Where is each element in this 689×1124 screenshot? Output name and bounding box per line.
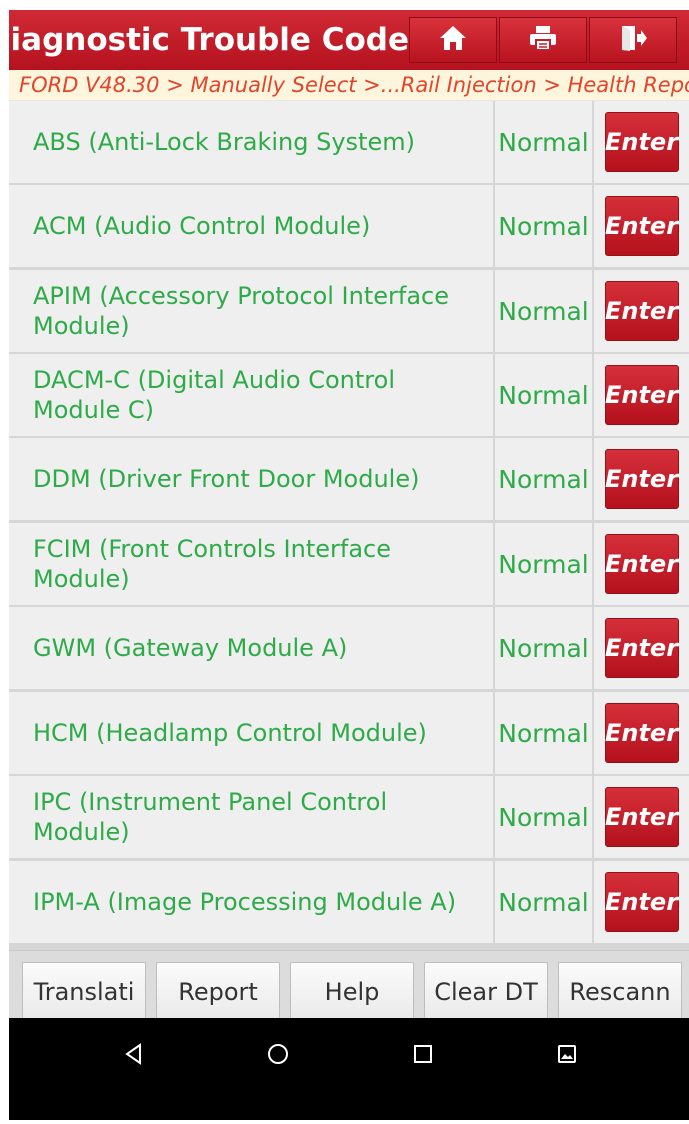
module-name: ABS (Anti-Lock Braking System) — [9, 101, 493, 183]
printer-icon — [527, 24, 559, 56]
table-row: HCM (Headlamp Control Module) Normal Ent… — [9, 692, 689, 774]
page-title: Diagnostic Trouble Code — [9, 22, 409, 58]
table-row: APIM (Accessory Protocol Interface Modul… — [9, 270, 689, 352]
status-text: Normal — [495, 692, 592, 774]
screenshot-button[interactable] — [547, 1036, 587, 1076]
home-icon — [438, 24, 468, 56]
home-button[interactable] — [409, 17, 497, 63]
enter-button[interactable]: Enter — [604, 618, 679, 678]
status-text: Normal — [495, 438, 592, 520]
rescan-button[interactable]: Rescann — [558, 962, 682, 1023]
translate-button[interactable]: Translati — [22, 962, 146, 1023]
module-name: ACM (Audio Control Module) — [9, 185, 493, 267]
module-name: HCM (Headlamp Control Module) — [9, 692, 493, 774]
status-text: Normal — [495, 185, 592, 267]
enter-button[interactable]: Enter — [604, 703, 679, 763]
clear-dtc-button[interactable]: Clear DT — [424, 962, 548, 1023]
enter-button[interactable]: Enter — [604, 534, 679, 594]
table-row: DDM (Driver Front Door Module) Normal En… — [9, 438, 689, 520]
module-name: IPM-A (Image Processing Module A) — [9, 861, 493, 943]
help-button[interactable]: Help — [290, 962, 414, 1023]
app-screen: Diagnostic Trouble Code FORD V48.30 > Ma… — [9, 10, 689, 1120]
breadcrumb: FORD V48.30 > Manually Select >...Rail I… — [9, 70, 689, 100]
enter-button[interactable]: Enter — [604, 449, 679, 509]
module-name: IPC (Instrument Panel Control Module) — [9, 776, 493, 858]
table-row: GWM (Gateway Module A) Normal Enter — [9, 607, 689, 689]
table-row: IPM-A (Image Processing Module A) Normal… — [9, 861, 689, 943]
table-row: ACM (Audio Control Module) Normal Enter — [9, 185, 689, 267]
screenshot-icon — [556, 1043, 578, 1069]
home-circle-icon — [266, 1042, 290, 1070]
recents-button[interactable] — [403, 1036, 443, 1076]
table-row: DACM-C (Digital Audio Control Module C) … — [9, 354, 689, 436]
module-name: DACM-C (Digital Audio Control Module C) — [9, 354, 493, 436]
bottom-toolbar: Translati Report Help Clear DT Rescann — [9, 950, 689, 1023]
back-triangle-icon — [122, 1042, 146, 1070]
status-text: Normal — [495, 776, 592, 858]
status-text: Normal — [495, 607, 592, 689]
enter-button[interactable]: Enter — [604, 112, 679, 172]
table-row: IPC (Instrument Panel Control Module) No… — [9, 776, 689, 858]
exit-button[interactable] — [589, 17, 677, 63]
enter-button[interactable]: Enter — [604, 872, 679, 932]
report-button[interactable]: Report — [156, 962, 280, 1023]
print-button[interactable] — [499, 17, 587, 63]
system-nav-bar — [9, 1018, 689, 1120]
status-text: Normal — [495, 101, 592, 183]
module-name: GWM (Gateway Module A) — [9, 607, 493, 689]
enter-button[interactable]: Enter — [604, 787, 679, 847]
enter-button[interactable]: Enter — [604, 281, 679, 341]
status-text: Normal — [495, 861, 592, 943]
table-row: ABS (Anti-Lock Braking System) Normal En… — [9, 101, 689, 183]
home-nav-button[interactable] — [258, 1036, 298, 1076]
status-text: Normal — [495, 354, 592, 436]
status-text: Normal — [495, 270, 592, 352]
recents-square-icon — [411, 1042, 435, 1070]
header-bar: Diagnostic Trouble Code — [9, 10, 689, 70]
module-name: DDM (Driver Front Door Module) — [9, 438, 493, 520]
enter-button[interactable]: Enter — [604, 196, 679, 256]
module-list[interactable]: ABS (Anti-Lock Braking System) Normal En… — [9, 101, 689, 950]
module-name: APIM (Accessory Protocol Interface Modul… — [9, 270, 493, 352]
enter-button[interactable]: Enter — [604, 365, 679, 425]
module-name: FCIM (Front Controls Interface Module) — [9, 523, 493, 605]
back-button[interactable] — [114, 1036, 154, 1076]
status-text: Normal — [495, 523, 592, 605]
exit-icon — [618, 24, 648, 56]
table-row: FCIM (Front Controls Interface Module) N… — [9, 523, 689, 605]
